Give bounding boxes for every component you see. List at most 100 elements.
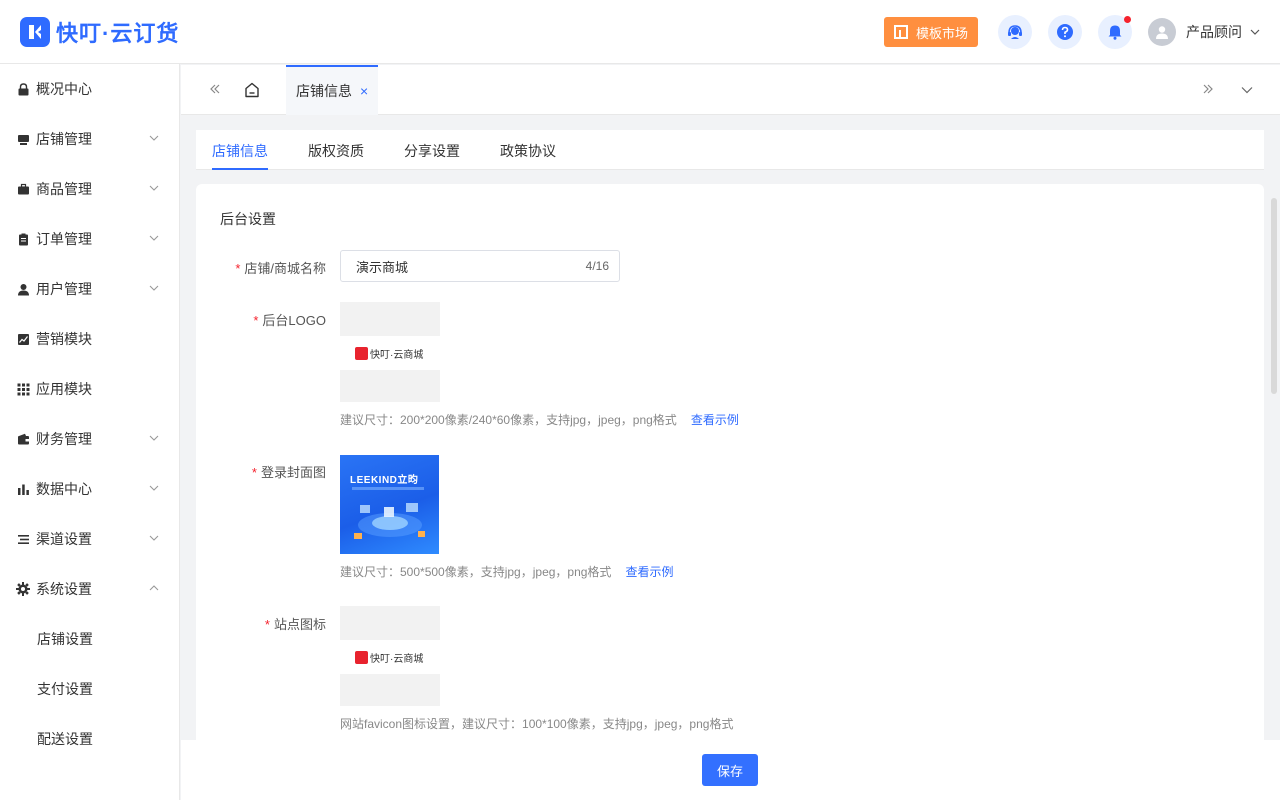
required-mark: * [253, 313, 259, 328]
brand[interactable]: 快叮·云订货 [20, 16, 179, 48]
logo-label-text: 后台LOGO [262, 313, 326, 328]
avatar [1148, 18, 1176, 46]
sidebar-item-data[interactable]: 数据中心 [0, 464, 179, 514]
sidebar-item-marketing[interactable]: 营销模块 [0, 314, 179, 364]
chevron-down-icon [1250, 29, 1260, 35]
sidebar-item-system[interactable]: 系统设置 [0, 564, 179, 614]
cover-label-text: 登录封面图 [260, 465, 326, 480]
store-name-label: * 店铺/商城名称 [196, 258, 326, 277]
double-chevron-right-icon[interactable] [1202, 83, 1214, 95]
sidebar-item-apps[interactable]: 应用模块 [0, 364, 179, 414]
favicon-preview: 快叮·云商城 [340, 640, 440, 674]
user-name: 产品顾问 [1186, 24, 1242, 40]
favicon-label-text: 站点图标 [273, 617, 326, 632]
chevron-down-icon [149, 535, 159, 541]
user-avatar-icon [1156, 26, 1168, 39]
sidebar-item-store[interactable]: 店铺管理 [0, 114, 179, 164]
logo-view-example-link[interactable]: 查看示例 [691, 413, 739, 427]
help-icon [1057, 24, 1073, 40]
cover-hint-text: 建议尺寸：500*500像素，支持jpg，jpeg，png格式 [340, 565, 612, 579]
logo-hint-text: 建议尺寸：200*200像素/240*60像素，支持jpg，jpeg，png格式 [340, 413, 677, 427]
sidebar-item-label: 财务管理 [36, 431, 92, 447]
required-mark: * [235, 261, 241, 276]
sidebar-item-label: 系统设置 [36, 581, 92, 597]
sidebar-item-label: 渠道设置 [36, 531, 92, 547]
favicon-hint: 网站favicon图标设置，建议尺寸：100*100像素，支持jpg，jpeg，… [340, 717, 734, 731]
brand-name: 快叮·云订货 [56, 20, 180, 46]
tab-copyright[interactable]: 版权资质 [308, 130, 364, 170]
user-menu[interactable]: 产品顾问 [1148, 18, 1260, 46]
page-tab-bar: 店铺信息 × [181, 65, 1280, 115]
required-mark: * [251, 465, 257, 480]
store-icon [16, 132, 30, 146]
brand-logo-icon [20, 16, 50, 47]
bell-icon [1108, 25, 1122, 40]
logo-hint: 建议尺寸：200*200像素/240*60像素，支持jpg，jpeg，png格式… [340, 411, 739, 428]
char-counter: 4/16 [585, 259, 609, 273]
bar-chart-icon [16, 482, 30, 496]
chevron-up-icon [149, 585, 159, 591]
bottom-action-bar: 保存 [181, 740, 1280, 800]
notification-dot [1124, 16, 1131, 23]
logo-upload[interactable]: 快叮·云商城 [340, 302, 440, 402]
tab-store-info[interactable]: 店铺信息 [212, 130, 268, 170]
store-name-label-text: 店铺/商城名称 [244, 261, 326, 276]
cover-image-upload[interactable]: LEEKIND立昀 [340, 455, 439, 554]
favicon-label: * 站点图标 [196, 614, 326, 633]
tab-policy[interactable]: 政策协议 [500, 130, 556, 170]
shop-logo-icon [355, 650, 368, 664]
headset-icon [1008, 25, 1022, 39]
notification-button[interactable] [1098, 15, 1132, 49]
template-market-button[interactable]: 模板市场 [883, 17, 978, 47]
help-button[interactable] [1048, 15, 1082, 49]
cover-hint: 建议尺寸：500*500像素，支持jpg，jpeg，png格式 查看示例 [340, 563, 673, 580]
chevron-down-icon [149, 135, 159, 141]
user-icon [16, 282, 30, 296]
sidebar-item-overview[interactable]: 概况中心 [0, 64, 179, 114]
gear-icon [16, 582, 30, 596]
scrollbar[interactable] [1271, 198, 1277, 394]
tab-share-settings[interactable]: 分享设置 [404, 130, 460, 170]
sidebar-item-label: 订单管理 [36, 231, 92, 247]
chevron-down-icon [149, 485, 159, 491]
page-tab-store-info[interactable]: 店铺信息 × [286, 65, 378, 115]
favicon-upload[interactable]: 快叮·云商城 [340, 606, 440, 706]
grid-icon [16, 382, 30, 396]
logo-preview: 快叮·云商城 [340, 336, 440, 370]
save-button[interactable]: 保存 [702, 754, 758, 786]
sidebar-item-products[interactable]: 商品管理 [0, 164, 179, 214]
template-market-label: 模板市场 [915, 25, 968, 41]
sidebar-item-label: 数据中心 [36, 481, 92, 497]
sidebar-item-orders[interactable]: 订单管理 [0, 214, 179, 264]
sidebar-subitem-store-settings[interactable]: 店铺设置 [0, 614, 179, 664]
sidebar-item-channels[interactable]: 渠道设置 [0, 514, 179, 564]
chevron-down-icon [149, 285, 159, 291]
settings-tabs: 店铺信息 版权资质 分享设置 政策协议 [196, 130, 1264, 170]
chevron-down-icon[interactable] [1241, 84, 1253, 96]
layout-icon [893, 25, 908, 39]
required-mark: * [264, 617, 270, 632]
logo-label: * 后台LOGO [196, 310, 326, 329]
customer-service-button[interactable] [998, 15, 1032, 49]
sidebar-subitem-delivery-settings[interactable]: 配送设置 [0, 714, 179, 764]
lock-icon [16, 82, 30, 96]
wallet-icon [16, 432, 30, 446]
store-name-value: 演示商城 [356, 259, 409, 275]
briefcase-icon [16, 182, 30, 196]
header-actions: 模板市场 产品顾问 [883, 0, 1260, 64]
double-chevron-left-icon[interactable] [209, 83, 221, 95]
cover-view-example-link[interactable]: 查看示例 [625, 565, 673, 579]
sidebar-item-label: 应用模块 [36, 381, 92, 397]
sidebar-item-users[interactable]: 用户管理 [0, 264, 179, 314]
sidebar-item-label: 店铺管理 [36, 131, 92, 147]
home-icon[interactable] [243, 81, 261, 99]
store-name-input[interactable]: 演示商城 4/16 [340, 250, 620, 282]
logo-preview-text: 快叮·云商城 [370, 349, 424, 361]
sidebar-subitem-payment-settings[interactable]: 支付设置 [0, 664, 179, 714]
sidebar-item-label: 概况中心 [36, 81, 92, 97]
close-icon[interactable]: × [360, 83, 368, 99]
shop-logo-icon [355, 346, 368, 360]
cover-label: * 登录封面图 [196, 462, 326, 481]
sidebar-item-finance[interactable]: 财务管理 [0, 414, 179, 464]
list-icon [16, 532, 30, 546]
